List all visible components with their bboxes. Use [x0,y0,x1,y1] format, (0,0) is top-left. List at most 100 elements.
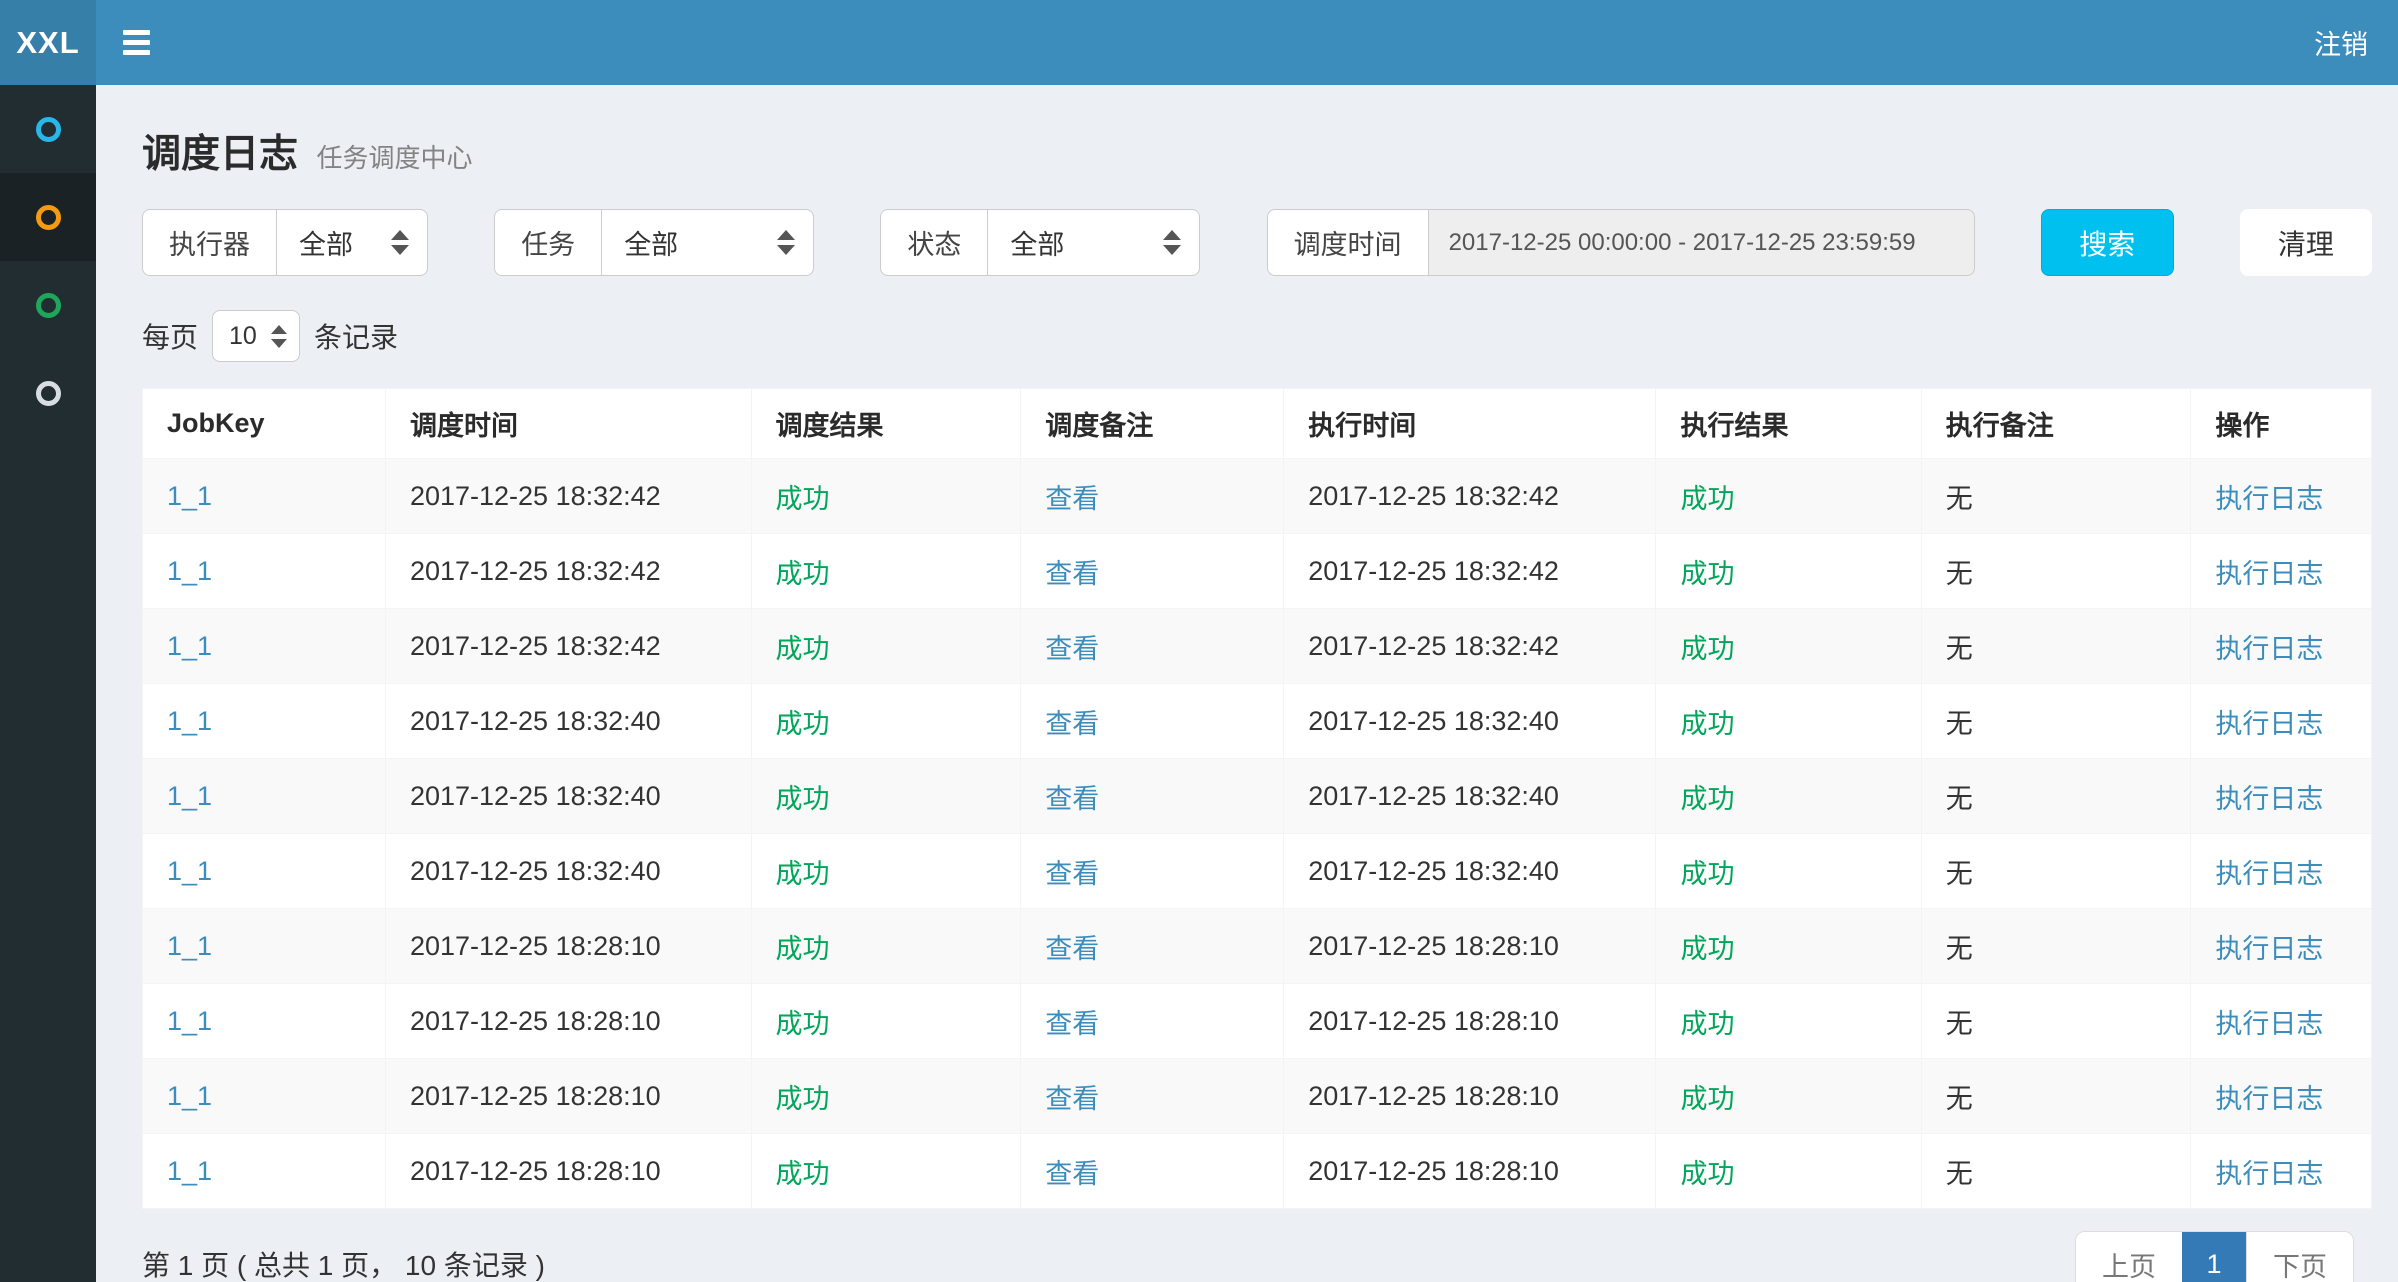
trigger-remark-link-cell: 查看 [1021,759,1284,834]
trigger-time-range-input[interactable]: 2017-12-25 00:00:00 - 2017-12-25 23:59:5… [1428,209,1975,276]
handle-time-cell: 2017-12-25 18:32:42 [1284,534,1656,609]
jobkey-link[interactable]: 1_1 [167,556,212,586]
exec-log-link-cell: 执行日志 [2191,834,2372,909]
handle-remark-cell: 无 [1921,834,2191,909]
table-row: 1_12017-12-25 18:32:42成功查看2017-12-25 18:… [143,609,2372,684]
trigger-time-cell: 2017-12-25 18:32:42 [385,459,751,534]
table-row: 1_12017-12-25 18:28:10成功查看2017-12-25 18:… [143,909,2372,984]
jobkey-link[interactable]: 1_1 [167,931,212,961]
dispatch-log-table: JobKey 调度时间 调度结果 调度备注 执行时间 执行结果 执行备注 操作 … [142,388,2372,1209]
jobkey-link[interactable]: 1_1 [167,706,212,736]
exec-log-link[interactable]: 执行日志 [2215,784,2323,814]
trigger-result-cell: 成功 [751,1134,1021,1209]
handle-remark-cell: 无 [1921,609,2191,684]
exec-log-link-cell: 执行日志 [2191,684,2372,759]
trigger-remark-link[interactable]: 查看 [1045,859,1099,889]
handle-time-cell: 2017-12-25 18:32:40 [1284,834,1656,909]
jobkey-link[interactable]: 1_1 [167,1081,212,1111]
handle-result-cell: 成功 [1656,609,1921,684]
trigger-time-cell: 2017-12-25 18:32:40 [385,684,751,759]
hamburger-icon [123,40,150,45]
trigger-time-cell: 2017-12-25 18:32:40 [385,759,751,834]
job-filter-label: 任务 [494,209,601,276]
jobkey-link[interactable]: 1_1 [167,1156,212,1186]
table-row: 1_12017-12-25 18:28:10成功查看2017-12-25 18:… [143,1059,2372,1134]
table-footer: 第 1 页 ( 总共 1 页， 10 条记录 ) 上页 1 下页 [142,1209,2372,1282]
executor-select-value: 全部 [299,223,353,262]
col-trigger-result: 调度结果 [751,389,1021,459]
handle-remark-cell: 无 [1921,1059,2191,1134]
jobkey-link[interactable]: 1_1 [167,631,212,661]
sidebar-item-3[interactable] [0,261,96,349]
exec-log-link[interactable]: 执行日志 [2215,559,2323,589]
pagination: 上页 1 下页 [2075,1231,2354,1282]
jobkey-link[interactable]: 1_1 [167,781,212,811]
trigger-remark-link[interactable]: 查看 [1045,634,1099,664]
select-arrows-icon [1163,230,1181,255]
trigger-remark-link-cell: 查看 [1021,1059,1284,1134]
exec-log-link[interactable]: 执行日志 [2215,859,2323,889]
prev-page-button[interactable]: 上页 [2076,1232,2182,1282]
jobkey-link-cell: 1_1 [143,1059,386,1134]
trigger-result-cell: 成功 [751,1059,1021,1134]
circle-icon [36,381,61,406]
table-row: 1_12017-12-25 18:32:42成功查看2017-12-25 18:… [143,459,2372,534]
trigger-remark-link[interactable]: 查看 [1045,934,1099,964]
exec-log-link[interactable]: 执行日志 [2215,709,2323,739]
handle-time-cell: 2017-12-25 18:28:10 [1284,909,1656,984]
job-select[interactable]: 全部 [601,209,814,276]
clear-button[interactable]: 清理 [2240,209,2372,276]
trigger-remark-link[interactable]: 查看 [1045,1084,1099,1114]
status-select[interactable]: 全部 [987,209,1200,276]
handle-result-cell: 成功 [1656,834,1921,909]
exec-log-link[interactable]: 执行日志 [2215,1009,2323,1039]
jobkey-link-cell: 1_1 [143,459,386,534]
search-button[interactable]: 搜索 [2041,209,2174,276]
handle-result-cell: 成功 [1656,459,1921,534]
handle-time-cell: 2017-12-25 18:32:40 [1284,684,1656,759]
trigger-remark-link[interactable]: 查看 [1045,559,1099,589]
exec-log-link-cell: 执行日志 [2191,459,2372,534]
sidebar-item-2[interactable] [0,173,96,261]
trigger-remark-link[interactable]: 查看 [1045,1159,1099,1189]
exec-log-link[interactable]: 执行日志 [2215,1159,2323,1189]
exec-log-link[interactable]: 执行日志 [2215,1084,2323,1114]
select-arrows-icon [391,230,409,255]
exec-log-link-cell: 执行日志 [2191,759,2372,834]
trigger-result-cell: 成功 [751,759,1021,834]
current-page-button[interactable]: 1 [2182,1232,2246,1282]
trigger-remark-link[interactable]: 查看 [1045,1009,1099,1039]
col-handle-time: 执行时间 [1284,389,1656,459]
jobkey-link-cell: 1_1 [143,759,386,834]
trigger-time-filter-group: 调度时间 2017-12-25 00:00:00 - 2017-12-25 23… [1267,209,1975,276]
handle-time-cell: 2017-12-25 18:28:10 [1284,984,1656,1059]
trigger-result-cell: 成功 [751,534,1021,609]
jobkey-link-cell: 1_1 [143,609,386,684]
handle-remark-cell: 无 [1921,684,2191,759]
exec-log-link[interactable]: 执行日志 [2215,634,2323,664]
sidebar-item-1[interactable] [0,85,96,173]
jobkey-link[interactable]: 1_1 [167,1006,212,1036]
exec-log-link-cell: 执行日志 [2191,1059,2372,1134]
jobkey-link[interactable]: 1_1 [167,481,212,511]
exec-log-link[interactable]: 执行日志 [2215,484,2323,514]
page-size-select[interactable]: 10 [212,310,300,362]
trigger-remark-link[interactable]: 查看 [1045,784,1099,814]
trigger-remark-link[interactable]: 查看 [1045,709,1099,739]
status-filter-group: 状态 全部 [880,209,1200,276]
col-jobkey: JobKey [143,389,386,459]
next-page-button[interactable]: 下页 [2246,1232,2353,1282]
sidebar-item-4[interactable] [0,349,96,437]
exec-log-link[interactable]: 执行日志 [2215,934,2323,964]
page-size-row: 每页 10 条记录 [142,310,2372,362]
logout-link[interactable]: 注销 [2284,0,2398,85]
sidebar-toggle-button[interactable] [96,0,177,85]
jobkey-link[interactable]: 1_1 [167,856,212,886]
select-arrows-icon [271,325,287,348]
executor-select[interactable]: 全部 [276,209,428,276]
jobkey-link-cell: 1_1 [143,684,386,759]
job-select-value: 全部 [624,223,678,262]
app-logo[interactable]: XXL [0,0,96,85]
trigger-remark-link[interactable]: 查看 [1045,484,1099,514]
table-row: 1_12017-12-25 18:32:40成功查看2017-12-25 18:… [143,834,2372,909]
